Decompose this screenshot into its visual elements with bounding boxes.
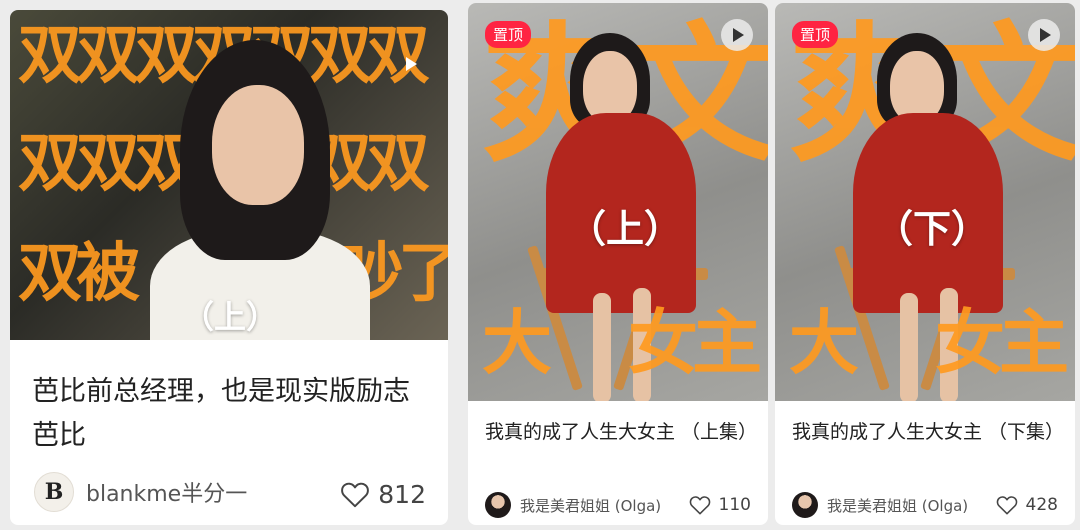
note-author[interactable]: B blankme半分一 — [34, 472, 247, 512]
author-name[interactable]: 我是美君姐姐 (Olga) — [520, 495, 661, 516]
note-title[interactable]: 我真的成了人生大女主 （下集） — [792, 416, 1067, 449]
cover-overlay-text-bottom-left: 大 — [789, 302, 859, 384]
play-icon — [1028, 19, 1060, 51]
notes-feed: 双双双双双双双 双双双双双双双 双被 吵了 （上） 芭比前总经理，也是现实版励志… — [0, 0, 1080, 530]
cover-overlay-text-bottom-right: 女主 — [628, 302, 762, 384]
play-icon — [721, 19, 753, 51]
heart-icon[interactable] — [340, 481, 370, 508]
heart-icon[interactable] — [996, 495, 1018, 515]
cover-part-label: （上） — [568, 207, 683, 251]
note-author[interactable]: 我是美君姐姐 (Olga) — [792, 492, 968, 518]
cover-part-label: （上） — [182, 298, 279, 336]
like-count-value: 428 — [1025, 495, 1058, 515]
note-card-queen-part2[interactable]: 爽文 （下） 大 女主 置顶 我真的成了人生大女主 （下集） 我是美君姐姐 (O… — [775, 3, 1075, 525]
author-name[interactable]: 我是美君姐姐 (Olga) — [827, 495, 968, 516]
note-title[interactable]: 芭比前总经理，也是现实版励志芭比 — [32, 370, 432, 458]
cover-overlay-text-bottom-right: 女主 — [935, 302, 1069, 384]
note-cover-image[interactable]: 爽文 （下） 大 女主 置顶 — [775, 3, 1075, 401]
like-count-value: 110 — [718, 495, 751, 515]
heart-icon[interactable] — [689, 495, 711, 515]
pinned-badge: 置顶 — [485, 21, 532, 48]
avatar[interactable]: B — [34, 472, 74, 512]
cover-overlay-text-row-3: 双被 — [18, 237, 140, 311]
note-card-barbie[interactable]: 双双双双双双双 双双双双双双双 双被 吵了 （上） 芭比前总经理，也是现实版励志… — [10, 10, 448, 525]
like-count[interactable]: 812 — [340, 480, 426, 509]
author-name[interactable]: blankme半分一 — [86, 476, 247, 508]
note-cover-image[interactable]: 双双双双双双双 双双双双双双双 双被 吵了 （上） — [10, 10, 448, 340]
note-title[interactable]: 我真的成了人生大女主 （上集） — [485, 416, 760, 449]
like-count[interactable]: 110 — [689, 495, 751, 515]
note-author[interactable]: 我是美君姐姐 (Olga) — [485, 492, 661, 518]
avatar[interactable] — [485, 492, 511, 518]
like-count-value: 812 — [378, 480, 426, 509]
avatar[interactable] — [792, 492, 818, 518]
play-icon — [395, 48, 427, 80]
pinned-badge: 置顶 — [792, 21, 839, 48]
note-card-queen-part1[interactable]: 爽文 （上） 大 女主 置顶 我真的成了人生大女主 （上集） 我是美君姐姐 (O… — [468, 3, 768, 525]
cover-overlay-text-bottom-left: 大 — [482, 302, 552, 384]
note-cover-image[interactable]: 爽文 （上） 大 女主 置顶 — [468, 3, 768, 401]
like-count[interactable]: 428 — [996, 495, 1058, 515]
cover-part-label: （下） — [875, 207, 990, 251]
